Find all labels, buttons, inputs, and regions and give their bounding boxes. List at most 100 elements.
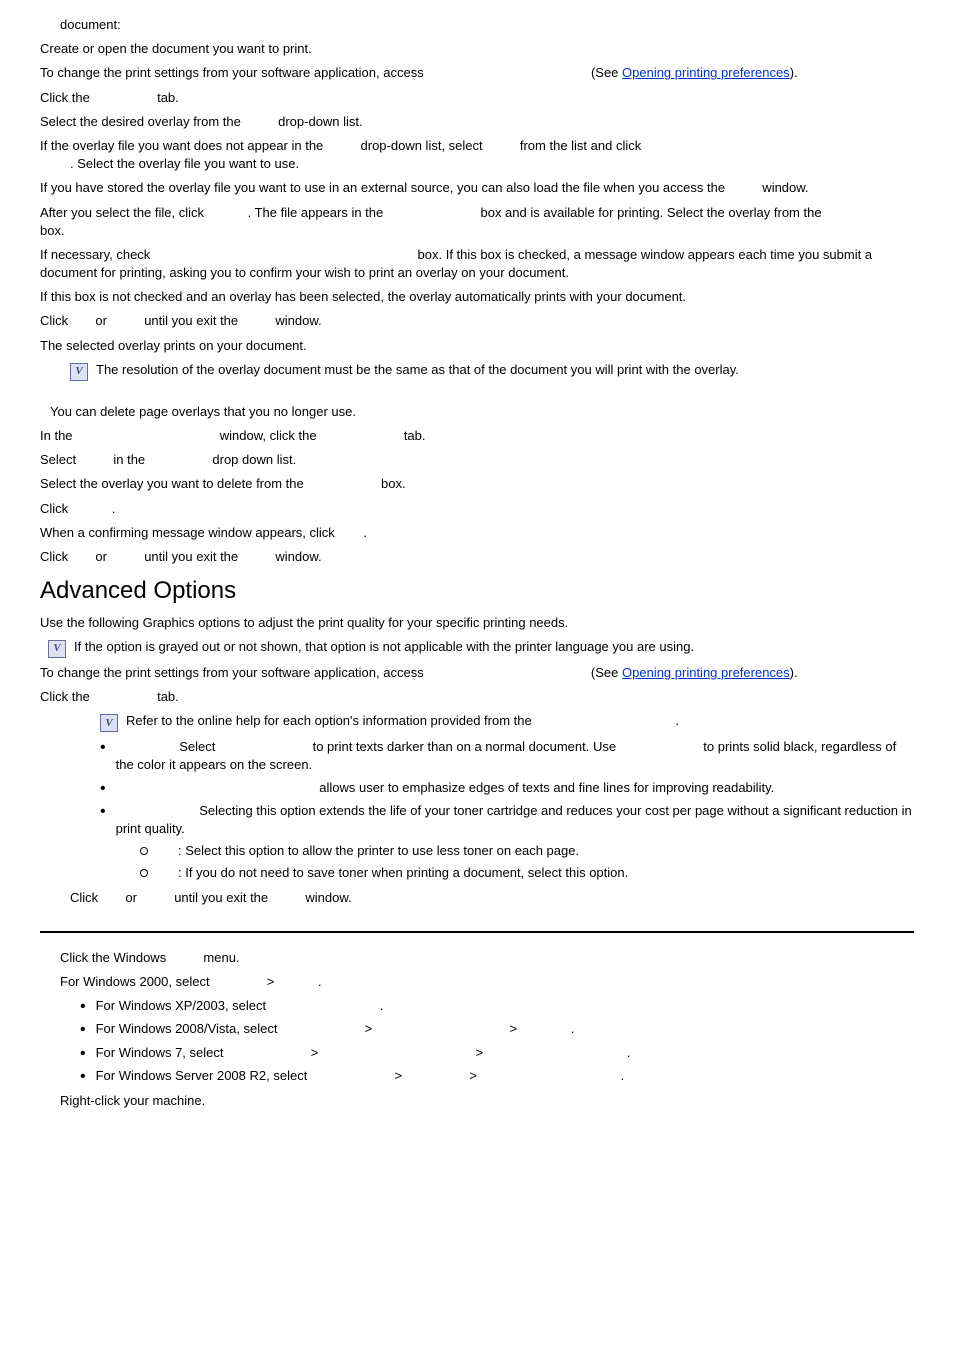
win-7: For Windows 7, select > > . xyxy=(80,1044,914,1063)
text: Click the Windows xyxy=(60,950,170,965)
text: For Windows Server 2008 R2, select xyxy=(96,1068,311,1083)
text: to print texts darker than on a normal d… xyxy=(309,739,620,754)
text: For Windows 2000, select xyxy=(60,974,213,989)
text: Select the desired overlay from the xyxy=(40,114,245,129)
text: tab. xyxy=(153,689,178,704)
text: Refer to the online help for each option… xyxy=(126,713,535,728)
text: > xyxy=(361,1021,376,1036)
advanced-intro: Use the following Graphics options to ad… xyxy=(40,614,914,632)
bullet-emphasize-edges: allows user to emphasize edges of texts … xyxy=(100,779,914,798)
note-text: If the option is grayed out or not shown… xyxy=(74,638,694,656)
box-not-checked: If this box is not checked and an overla… xyxy=(40,288,914,306)
text: > xyxy=(506,1021,521,1036)
note-text: The resolution of the overlay document m… xyxy=(96,361,739,379)
text: To change the print settings from your s… xyxy=(40,65,427,80)
win-start-menu: Click the Windows menu. xyxy=(60,949,914,967)
text: If you have stored the overlay file you … xyxy=(40,180,729,195)
text: For Windows XP/2003, select xyxy=(96,998,270,1013)
del-step2: Select in the drop down list. xyxy=(40,451,914,469)
text: : If you do not need to save toner when … xyxy=(178,865,628,880)
separator xyxy=(40,931,914,933)
note-online-help: V Refer to the online help for each opti… xyxy=(100,712,914,732)
text: tab. xyxy=(400,428,425,443)
text: In the xyxy=(40,428,76,443)
text: box. xyxy=(40,223,65,238)
text: For Windows 2008/Vista, select xyxy=(96,1021,281,1036)
click-ok-print: Click or until you exit the window. xyxy=(40,312,914,330)
text: allows user to emphasize edges of texts … xyxy=(316,780,775,795)
opening-preferences-link-2[interactable]: Opening printing preferences xyxy=(622,665,790,680)
del-step6: Click or until you exit the window. xyxy=(40,548,914,566)
text: or xyxy=(92,549,111,564)
text: in the xyxy=(110,452,149,467)
win-xp-2003: For Windows XP/2003, select . xyxy=(80,997,914,1016)
note-resolution: V The resolution of the overlay document… xyxy=(70,361,914,381)
text: drop-down list. xyxy=(275,114,363,129)
text: Selecting this option extends the life o… xyxy=(116,803,912,836)
text: Select xyxy=(40,452,80,467)
delete-overlays-heading: You can delete page overlays that you no… xyxy=(50,403,914,421)
text: . xyxy=(571,1021,575,1036)
overlay-file-not-appear: If the overlay file you want does not ap… xyxy=(40,137,914,173)
text: window, click the xyxy=(216,428,320,443)
text: . xyxy=(112,501,116,516)
text: tab. xyxy=(153,90,178,105)
note-icon: V xyxy=(100,714,118,732)
text: If the overlay file you want does not ap… xyxy=(40,138,327,153)
subbullet-no-save-toner: : If you do not need to save toner when … xyxy=(140,864,914,882)
text: ). xyxy=(790,65,798,80)
del-step4: Click . xyxy=(40,500,914,518)
win-2008-vista: For Windows 2008/Vista, select > > . xyxy=(80,1020,914,1039)
text: box. xyxy=(377,476,405,491)
note-grayed-out: V If the option is grayed out or not sho… xyxy=(48,638,914,658)
select-overlay: Select the desired overlay from the drop… xyxy=(40,113,914,131)
text: > xyxy=(263,974,278,989)
text: . xyxy=(318,974,322,989)
text: . xyxy=(363,525,367,540)
adv-click-tab: Click the tab. xyxy=(40,688,914,706)
text: until you exit the xyxy=(141,313,242,328)
text: > xyxy=(391,1068,406,1083)
text: box. If this box is checked, a message w… xyxy=(40,247,872,280)
note-icon: V xyxy=(48,640,66,658)
bullet-toner-save: Selecting this option extends the life o… xyxy=(100,802,914,838)
if-necessary-check: If necessary, check box. If this box is … xyxy=(40,246,914,282)
text: . xyxy=(675,713,679,728)
text: To change the print settings from your s… xyxy=(40,665,427,680)
adv-click-exit: Click or until you exit the window. xyxy=(70,889,914,907)
after-select-file: After you select the file, click . The f… xyxy=(40,204,914,240)
text: > xyxy=(472,1045,487,1060)
text: Click xyxy=(40,549,72,564)
text: . The file appears in the xyxy=(248,205,387,220)
text: Select the overlay you want to delete fr… xyxy=(40,476,307,491)
selected-overlay-prints: The selected overlay prints on your docu… xyxy=(40,337,914,355)
del-step1: In the window, click the tab. xyxy=(40,427,914,445)
text: > xyxy=(466,1068,481,1083)
bullet-print-darker: Select to print texts darker than on a n… xyxy=(100,738,914,774)
win-server-2008-r2: For Windows Server 2008 R2, select > > . xyxy=(80,1067,914,1086)
text: drop-down list, select xyxy=(357,138,486,153)
adv-change-settings: To change the print settings from your s… xyxy=(40,664,914,682)
text: Select xyxy=(176,739,219,754)
text: window. xyxy=(302,890,352,905)
text: Click xyxy=(70,890,102,905)
win-2000: For Windows 2000, select > . xyxy=(60,973,914,991)
text: Click xyxy=(40,501,72,516)
text: until you exit the xyxy=(141,549,242,564)
text: . xyxy=(627,1045,631,1060)
text: or xyxy=(122,890,141,905)
opening-preferences-link[interactable]: Opening printing preferences xyxy=(622,65,790,80)
text: If necessary, check xyxy=(40,247,154,262)
text: drop down list. xyxy=(209,452,296,467)
text: . xyxy=(380,998,384,1013)
text: . Select the overlay file you want to us… xyxy=(70,156,299,171)
note-text: Refer to the online help for each option… xyxy=(126,712,679,730)
right-click-machine: Right-click your machine. xyxy=(60,1092,914,1110)
advanced-options-heading: Advanced Options xyxy=(40,574,914,608)
click-tab: Click the tab. xyxy=(40,89,914,107)
text: (See xyxy=(591,65,622,80)
stored-external: If you have stored the overlay file you … xyxy=(40,179,914,197)
text: or xyxy=(92,313,111,328)
text: until you exit the xyxy=(171,890,272,905)
text: Click xyxy=(40,313,72,328)
